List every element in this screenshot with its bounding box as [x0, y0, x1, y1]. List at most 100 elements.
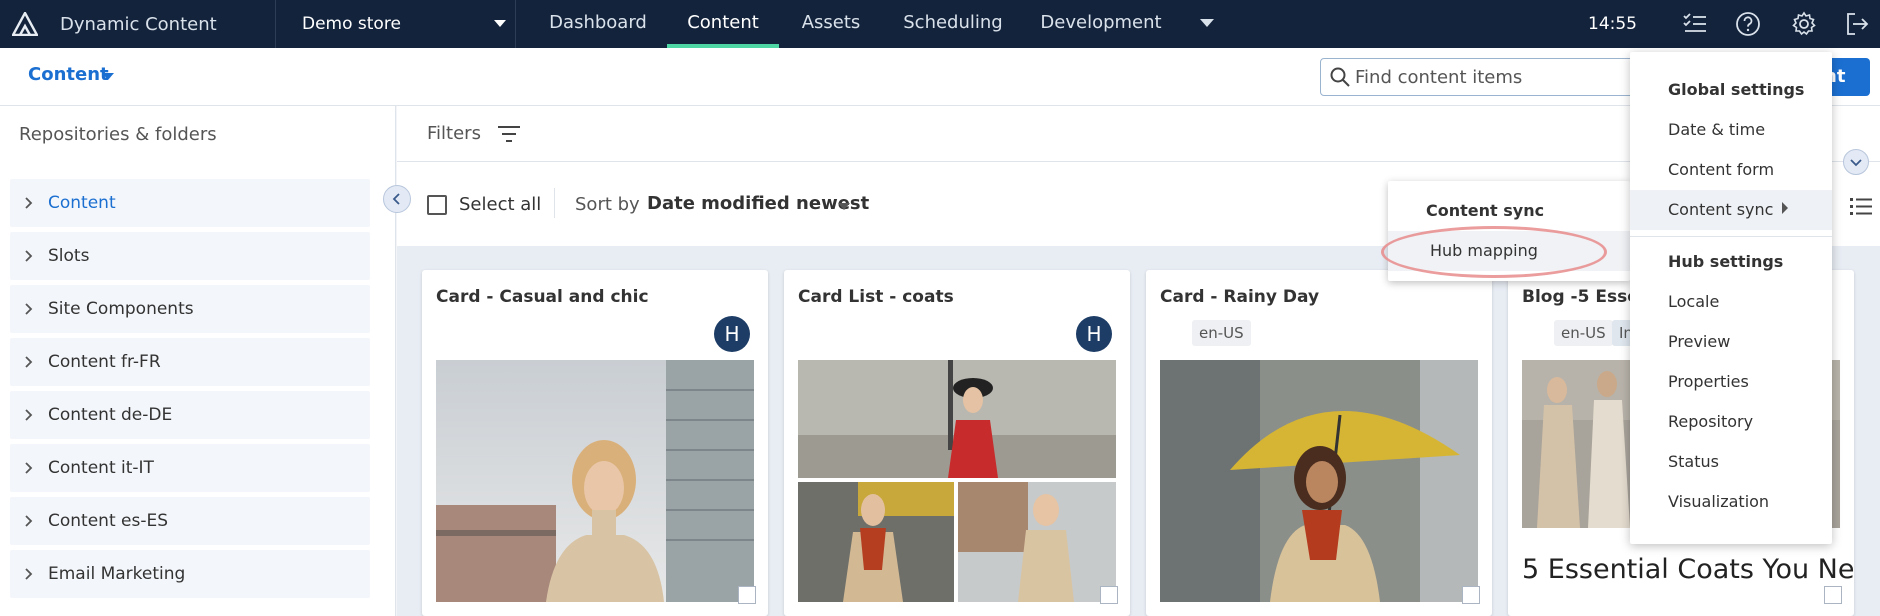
- sort-dropdown[interactable]: Date modified newest: [647, 193, 869, 214]
- card-select-checkbox[interactable]: [1462, 586, 1480, 604]
- global-settings-heading: Global settings: [1668, 80, 1805, 99]
- menu-item-content-sync-label: Content sync: [1668, 200, 1774, 219]
- hub-settings-heading: Hub settings: [1668, 252, 1784, 271]
- submenu-arrow-icon: [1782, 202, 1788, 214]
- search-icon: [1330, 67, 1350, 87]
- card-select-checkbox[interactable]: [1100, 586, 1118, 604]
- tab-content[interactable]: Content: [667, 0, 779, 48]
- tab-content-label: Content: [687, 12, 759, 33]
- sidebar-item-label: Slots: [48, 246, 90, 266]
- repositories-sidebar: Repositories & folders Content Slots Sit…: [0, 106, 396, 616]
- sidebar-item-label: Content fr-FR: [48, 352, 161, 372]
- select-all-label[interactable]: Select all: [459, 194, 541, 215]
- select-all-checkbox[interactable]: [427, 195, 447, 215]
- tab-development[interactable]: Development: [1038, 0, 1164, 48]
- search-box: [1320, 58, 1640, 96]
- filters-label[interactable]: Filters: [427, 123, 481, 144]
- chevron-down-icon[interactable]: [102, 73, 114, 80]
- sidebar-item-slots[interactable]: Slots: [10, 232, 370, 280]
- avatar: H: [714, 316, 750, 352]
- sidebar-item-label: Email Marketing: [48, 564, 186, 584]
- menu-item-date-time[interactable]: Date & time: [1668, 120, 1765, 139]
- card-select-checkbox[interactable]: [738, 586, 756, 604]
- chevron-right-icon: [25, 409, 33, 421]
- clock: 14:55: [1588, 14, 1637, 34]
- chevron-right-icon: [25, 250, 33, 262]
- tab-assets-label: Assets: [801, 12, 861, 33]
- tab-dashboard-label: Dashboard: [549, 12, 647, 33]
- avatar: H: [1076, 316, 1112, 352]
- sidebar-item-content-de-de[interactable]: Content de-DE: [10, 391, 370, 439]
- tab-scheduling[interactable]: Scheduling: [896, 0, 1010, 48]
- chevron-left-icon: [392, 193, 400, 205]
- annotation-highlight-ring: [1381, 226, 1607, 278]
- tab-scheduling-label: Scheduling: [903, 12, 1003, 33]
- menu-item-repository[interactable]: Repository: [1668, 412, 1753, 431]
- chevron-down-icon[interactable]: [838, 203, 850, 210]
- sort-label: Sort by: [575, 194, 640, 215]
- menu-item-properties[interactable]: Properties: [1668, 372, 1749, 391]
- divider: [554, 188, 555, 218]
- sub-header: Content nt: [0, 48, 1880, 106]
- tab-dashboard[interactable]: Dashboard: [532, 0, 664, 48]
- chevron-right-icon: [25, 515, 33, 527]
- chevron-right-icon: [25, 197, 33, 209]
- gear-icon[interactable]: [1790, 10, 1818, 38]
- locale-badge: en-US: [1554, 320, 1613, 346]
- sidebar-item-label: Content es-ES: [48, 511, 168, 531]
- menu-item-status[interactable]: Status: [1668, 452, 1719, 471]
- chevron-down-icon: [494, 20, 506, 27]
- sidebar-item-email-marketing[interactable]: Email Marketing: [10, 550, 370, 598]
- settings-dropdown-menu: Global settings Date & time Content form…: [1630, 52, 1832, 544]
- app-name: Dynamic Content: [60, 14, 217, 35]
- more-tabs-chevron-icon[interactable]: [1200, 19, 1214, 27]
- chevron-right-icon: [25, 568, 33, 580]
- chevron-right-icon: [25, 303, 33, 315]
- card-image: [798, 360, 1116, 602]
- menu-item-content-form[interactable]: Content form: [1668, 160, 1774, 179]
- tab-assets[interactable]: Assets: [790, 0, 872, 48]
- sidebar-item-content-it-it[interactable]: Content it-IT: [10, 444, 370, 492]
- card-image: [436, 360, 754, 602]
- list-view-icon[interactable]: [1850, 196, 1872, 216]
- help-icon[interactable]: [1734, 10, 1762, 38]
- content-card[interactable]: Card - Rainy Day en-US: [1146, 270, 1492, 616]
- card-title: Card - Rainy Day: [1160, 287, 1320, 307]
- chevron-down-icon: [1850, 159, 1862, 167]
- sidebar-item-content-es-es[interactable]: Content es-ES: [10, 497, 370, 545]
- sidebar-item-label: Content de-DE: [48, 405, 173, 425]
- menu-item-preview[interactable]: Preview: [1668, 332, 1730, 351]
- brand[interactable]: Dynamic Content: [0, 0, 276, 48]
- content-dropdown[interactable]: Content: [28, 64, 109, 85]
- sidebar-item-site-components[interactable]: Site Components: [10, 285, 370, 333]
- card-image: [1160, 360, 1478, 602]
- sidebar-item-label: Content it-IT: [48, 458, 154, 478]
- search-input[interactable]: [1355, 65, 1625, 89]
- chevron-right-icon: [25, 462, 33, 474]
- filter-icon[interactable]: [497, 124, 521, 144]
- menu-item-visualization[interactable]: Visualization: [1668, 492, 1769, 511]
- collapse-sidebar-button[interactable]: [383, 185, 411, 213]
- chevron-right-icon: [25, 356, 33, 368]
- sidebar-item-content[interactable]: Content: [10, 179, 370, 227]
- card-headline: 5 Essential Coats You Ne…: [1522, 554, 1854, 585]
- expand-toggle-button[interactable]: [1843, 149, 1869, 175]
- store-label: Demo store: [302, 14, 401, 34]
- card-title: Card - Casual and chic: [436, 287, 649, 307]
- card-select-checkbox[interactable]: [1824, 586, 1842, 604]
- sidebar-item-label: Content: [48, 193, 116, 213]
- locale-badge: en-US: [1192, 320, 1251, 346]
- sidebar-title: Repositories & folders: [19, 124, 217, 145]
- task-list-icon[interactable]: [1681, 10, 1709, 38]
- store-selector[interactable]: Demo store: [276, 0, 516, 48]
- app-logo-icon: [12, 12, 38, 36]
- card-title: Card List - coats: [798, 287, 954, 307]
- menu-item-locale[interactable]: Locale: [1668, 292, 1719, 311]
- sidebar-item-content-fr-fr[interactable]: Content fr-FR: [10, 338, 370, 386]
- content-card[interactable]: Card - Casual and chic H: [422, 270, 768, 616]
- menu-separator: [1630, 236, 1832, 237]
- sidebar-item-label: Site Components: [48, 299, 194, 319]
- content-card[interactable]: Card List - coats H: [784, 270, 1130, 616]
- logout-icon[interactable]: [1843, 10, 1871, 38]
- tab-development-label: Development: [1040, 12, 1162, 33]
